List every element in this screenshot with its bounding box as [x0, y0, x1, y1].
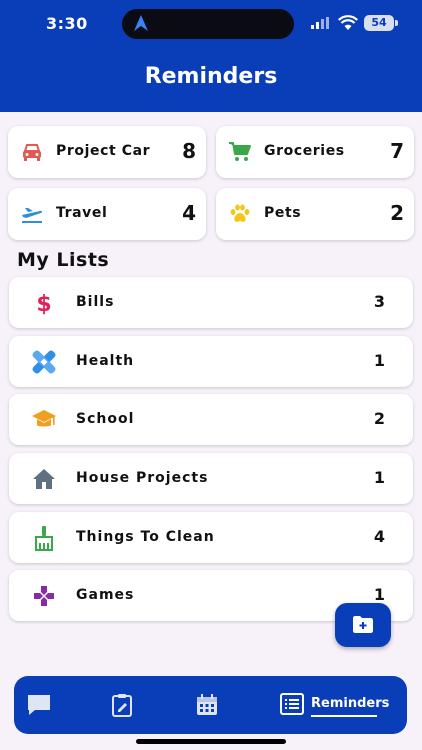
list-item-count: 1	[373, 585, 385, 604]
chat-icon	[28, 695, 50, 715]
folder-plus-icon	[353, 616, 373, 633]
list-item-bills[interactable]: $ Bills 3	[9, 277, 413, 328]
tab-reminders-label: Reminders	[311, 696, 390, 711]
tab-bar: Reminders	[14, 676, 407, 734]
tab-reminders[interactable]: Reminders	[280, 676, 396, 734]
bandage-icon	[32, 350, 56, 374]
list-item-count: 4	[373, 527, 385, 546]
wifi-icon	[338, 15, 358, 30]
list-item-school[interactable]: School 2	[9, 394, 413, 445]
header-bar: 3:30 54 Reminders	[0, 0, 422, 112]
house-icon	[33, 469, 55, 489]
status-time: 3:30	[46, 14, 88, 33]
clipboard-icon	[112, 694, 132, 717]
summary-card-project-car[interactable]: Project Car 8	[8, 126, 206, 178]
battery-indicator: 54	[364, 15, 398, 31]
summary-count: 2	[390, 201, 404, 225]
dollar-icon: $	[36, 292, 51, 316]
summary-count: 7	[390, 139, 404, 163]
list-item-count: 3	[373, 292, 385, 311]
svg-text:$: $	[36, 292, 51, 316]
list-item-count: 1	[373, 351, 385, 370]
list-item-label: School	[76, 411, 135, 427]
summary-count: 8	[182, 139, 196, 163]
summary-card-travel[interactable]: Travel 4	[8, 188, 206, 240]
tab-tasks[interactable]	[110, 676, 166, 734]
paw-icon	[230, 204, 250, 222]
broom-icon	[35, 526, 53, 551]
gamepad-icon	[34, 586, 54, 606]
summary-label: Project Car	[56, 143, 151, 159]
airplane-icon	[22, 208, 43, 223]
calendar-icon	[197, 694, 217, 715]
active-tab-underline	[311, 715, 377, 717]
summary-card-pets[interactable]: Pets 2	[216, 188, 414, 240]
summary-card-groceries[interactable]: Groceries 7	[216, 126, 414, 178]
summary-label: Pets	[264, 205, 302, 221]
list-item-health[interactable]: Health 1	[9, 336, 413, 387]
list-item-house-projects[interactable]: House Projects 1	[9, 453, 413, 504]
tab-chat[interactable]	[26, 676, 82, 734]
page-title: Reminders	[144, 64, 278, 89]
summary-label: Travel	[56, 205, 108, 221]
list-item-count: 2	[373, 409, 385, 428]
list-item-things-to-clean[interactable]: Things To Clean 4	[9, 512, 413, 563]
list-item-count: 1	[373, 468, 385, 487]
home-indicator	[136, 739, 286, 744]
tab-calendar[interactable]	[195, 676, 251, 734]
status-bar: 3:30 54	[0, 0, 422, 48]
signal-icon	[311, 17, 329, 29]
car-icon	[23, 144, 41, 161]
list-item-label: Things To Clean	[76, 529, 215, 545]
list-icon	[280, 693, 304, 715]
summary-label: Groceries	[264, 143, 345, 159]
my-lists-heading: My Lists	[17, 249, 110, 271]
graduation-cap-icon	[32, 410, 56, 427]
cart-icon	[229, 142, 251, 161]
list-item-label: Bills	[76, 294, 115, 310]
list-item-label: Health	[76, 353, 135, 369]
list-item-label: House Projects	[76, 470, 209, 486]
dynamic-island	[122, 9, 294, 39]
add-list-button[interactable]	[335, 603, 391, 647]
list-item-label: Games	[76, 587, 135, 603]
summary-count: 4	[182, 201, 196, 225]
location-arrow-icon	[134, 15, 148, 31]
